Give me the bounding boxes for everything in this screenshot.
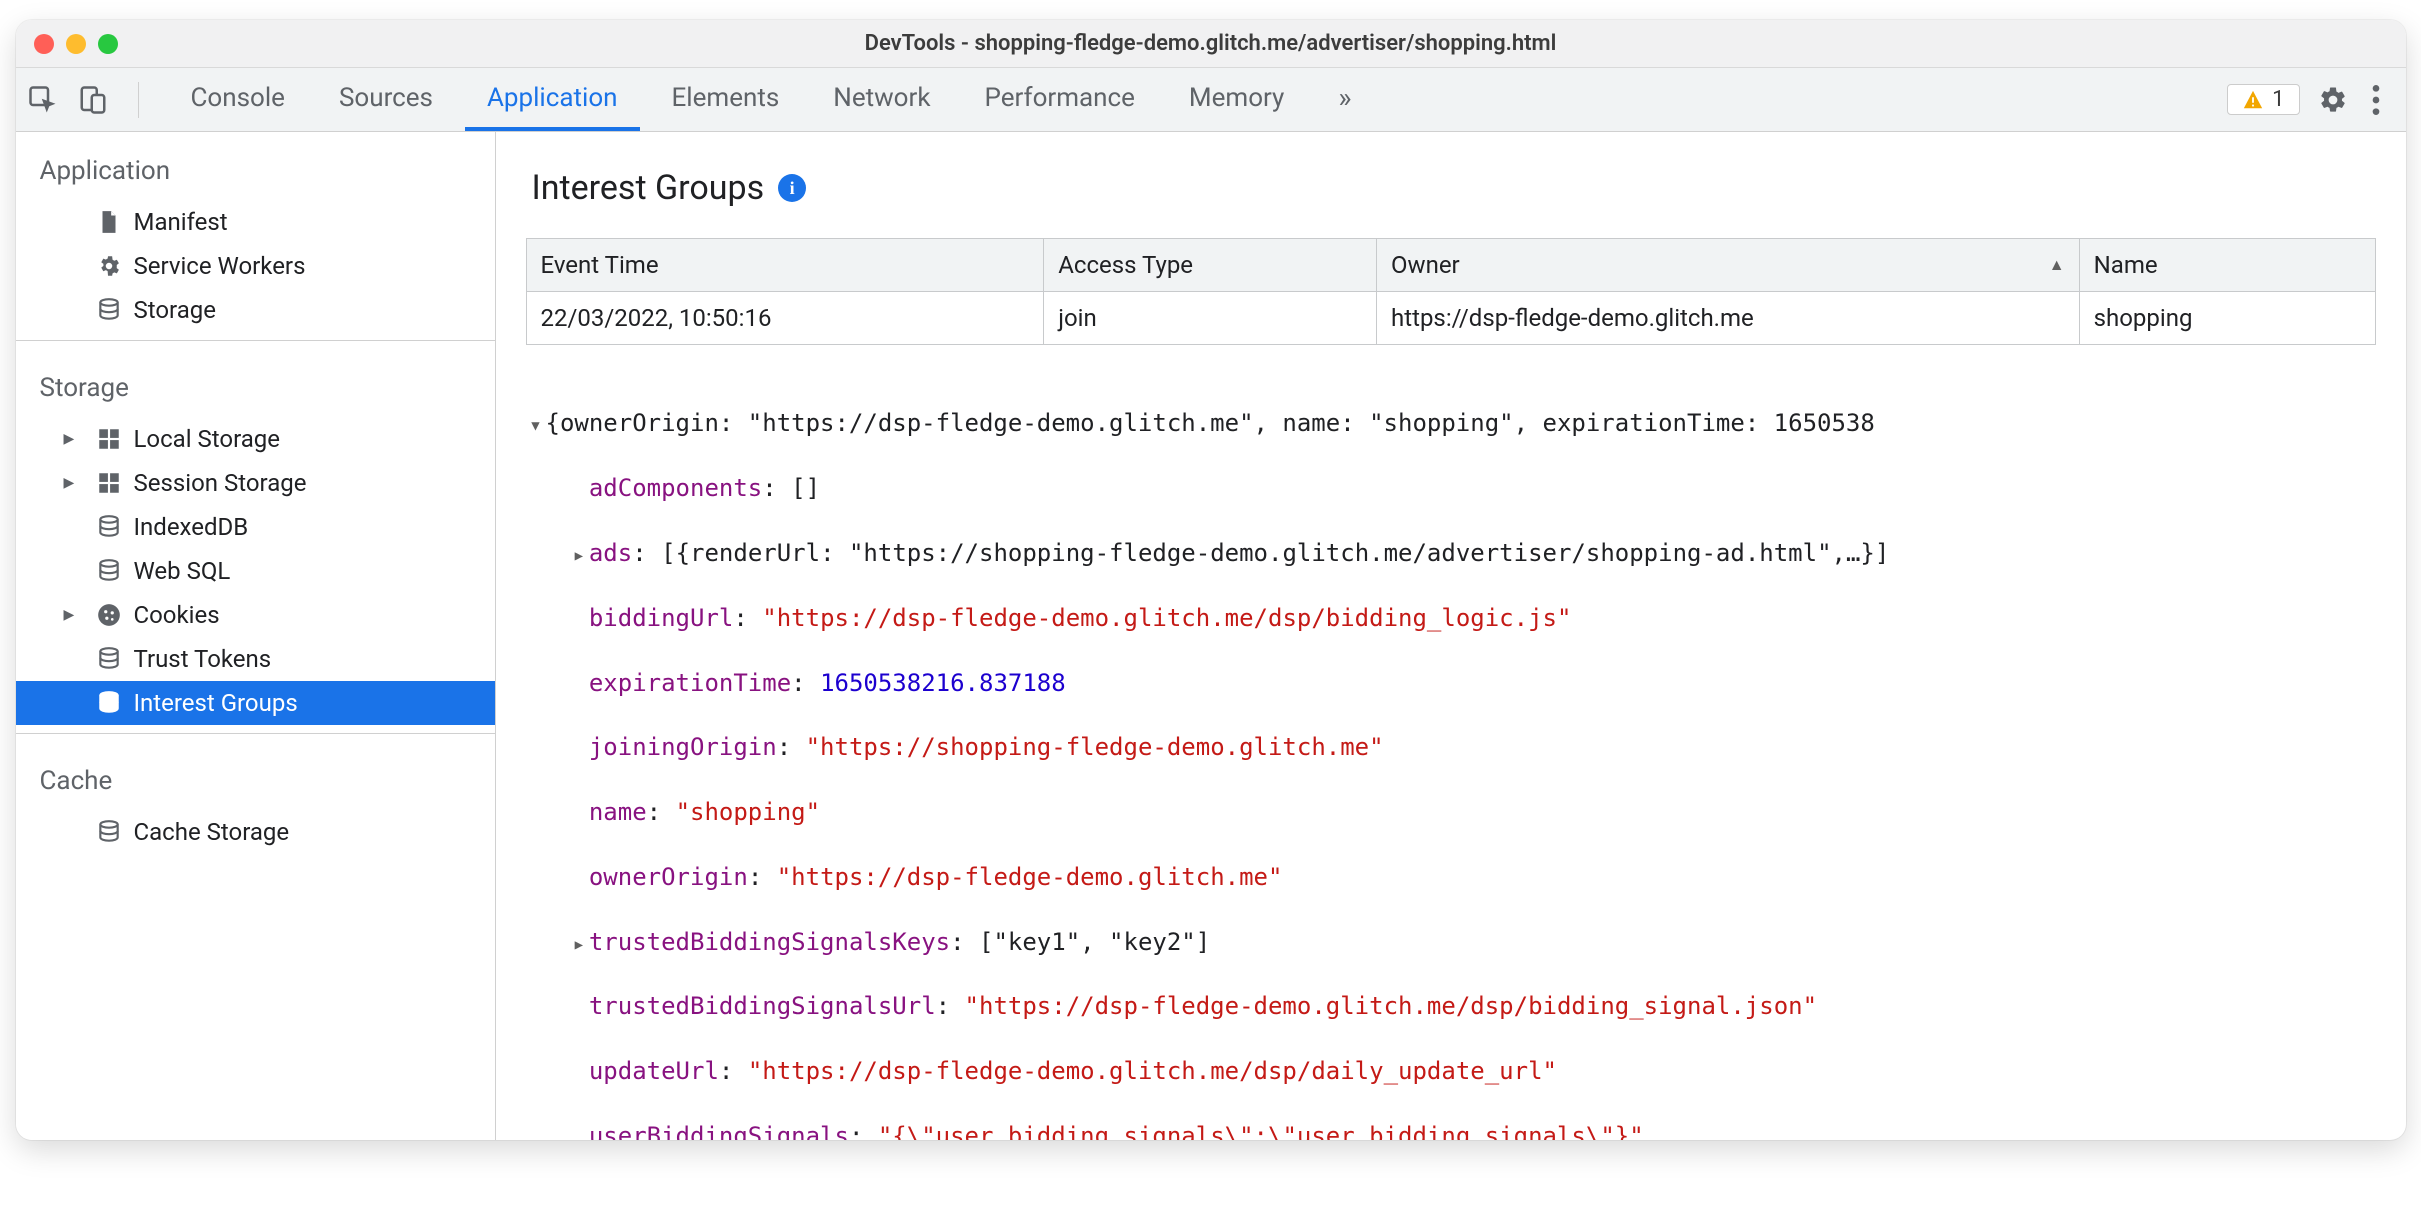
gear-icon bbox=[96, 253, 122, 279]
interest-groups-table: Event Time Access Type Owner▲ Name 22/03… bbox=[526, 238, 2376, 345]
col-access-type[interactable]: Access Type bbox=[1044, 239, 1377, 292]
sidebar-item-manifest[interactable]: ▶ Manifest bbox=[16, 200, 495, 244]
col-name[interactable]: Name bbox=[2079, 239, 2375, 292]
sidebar-item-trust-tokens[interactable]: ▶ Trust Tokens bbox=[16, 637, 495, 681]
panel-heading: Interest Groups i bbox=[496, 132, 2406, 238]
details-tree[interactable]: ▼{ownerOrigin: "https://dsp-fledge-demo.… bbox=[496, 345, 2406, 1140]
tab-sources[interactable]: Sources bbox=[317, 68, 455, 131]
cookie-icon bbox=[96, 602, 122, 628]
tab-application[interactable]: Application bbox=[465, 68, 640, 131]
titlebar: DevTools - shopping-fledge-demo.glitch.m… bbox=[16, 20, 2406, 68]
tab-network[interactable]: Network bbox=[811, 68, 952, 131]
tab-console[interactable]: Console bbox=[169, 68, 307, 131]
application-sidebar: Application ▶ Manifest ▶ Service Workers… bbox=[16, 132, 496, 1140]
sidebar-item-indexeddb[interactable]: ▶ IndexedDB bbox=[16, 505, 495, 549]
col-owner[interactable]: Owner▲ bbox=[1377, 239, 2080, 292]
warning-icon bbox=[2242, 89, 2264, 111]
table-row[interactable]: 22/03/2022, 10:50:16 join https://dsp-fl… bbox=[526, 292, 2375, 345]
database-icon bbox=[96, 819, 122, 845]
database-icon bbox=[96, 646, 122, 672]
database-icon bbox=[96, 514, 122, 540]
panel-heading-text: Interest Groups bbox=[532, 168, 765, 208]
sidebar-item-websql[interactable]: ▶ Web SQL bbox=[16, 549, 495, 593]
inspect-element-icon[interactable] bbox=[28, 80, 58, 120]
window-controls bbox=[34, 34, 118, 54]
grid-icon bbox=[96, 426, 122, 452]
info-icon[interactable]: i bbox=[778, 174, 806, 202]
sidebar-section-cache: Cache bbox=[16, 742, 495, 810]
separator bbox=[138, 82, 139, 118]
database-icon bbox=[96, 558, 122, 584]
database-icon bbox=[96, 297, 122, 323]
sidebar-section-storage: Storage bbox=[16, 349, 495, 417]
tab-memory[interactable]: Memory bbox=[1167, 68, 1306, 131]
settings-button[interactable] bbox=[2318, 80, 2348, 120]
sidebar-section-application: Application bbox=[16, 132, 495, 200]
warning-count: 1 bbox=[2272, 87, 2284, 112]
warnings-badge[interactable]: 1 bbox=[2227, 84, 2299, 115]
cell-owner: https://dsp-fledge-demo.glitch.me bbox=[1377, 292, 2080, 345]
more-options-button[interactable] bbox=[2358, 85, 2394, 115]
file-icon bbox=[96, 209, 122, 235]
database-icon bbox=[96, 690, 122, 716]
main-pane: Interest Groups i Event Time Access Type… bbox=[496, 132, 2406, 1140]
cell-event-time: 22/03/2022, 10:50:16 bbox=[526, 292, 1044, 345]
kebab-icon bbox=[2372, 85, 2380, 115]
device-toolbar-icon[interactable] bbox=[78, 80, 108, 120]
sidebar-item-storage[interactable]: ▶ Storage bbox=[16, 288, 495, 332]
sidebar-item-local-storage[interactable]: ▶ Local Storage bbox=[16, 417, 495, 461]
sidebar-item-cache-storage[interactable]: ▶ Cache Storage bbox=[16, 810, 495, 854]
gear-icon bbox=[2318, 85, 2348, 115]
cell-name: shopping bbox=[2079, 292, 2375, 345]
grid-icon bbox=[96, 470, 122, 496]
top-toolbar: Console Sources Application Elements Net… bbox=[16, 68, 2406, 132]
panel-tabs: Console Sources Application Elements Net… bbox=[169, 68, 1374, 131]
window-title: DevTools - shopping-fledge-demo.glitch.m… bbox=[16, 31, 2406, 56]
zoom-window-button[interactable] bbox=[98, 34, 118, 54]
minimize-window-button[interactable] bbox=[66, 34, 86, 54]
sidebar-item-session-storage[interactable]: ▶ Session Storage bbox=[16, 461, 495, 505]
devtools-window: DevTools - shopping-fledge-demo.glitch.m… bbox=[16, 20, 2406, 1140]
tab-performance[interactable]: Performance bbox=[963, 68, 1157, 131]
cell-access-type: join bbox=[1044, 292, 1377, 345]
tab-elements[interactable]: Elements bbox=[650, 68, 802, 131]
sidebar-item-service-workers[interactable]: ▶ Service Workers bbox=[16, 244, 495, 288]
sort-arrow-icon: ▲ bbox=[2049, 255, 2065, 275]
col-event-time[interactable]: Event Time bbox=[526, 239, 1044, 292]
close-window-button[interactable] bbox=[34, 34, 54, 54]
more-tabs-button[interactable]: » bbox=[1316, 68, 1373, 131]
sidebar-item-interest-groups[interactable]: ▶ Interest Groups bbox=[16, 681, 495, 725]
sidebar-item-cookies[interactable]: ▶ Cookies bbox=[16, 593, 495, 637]
